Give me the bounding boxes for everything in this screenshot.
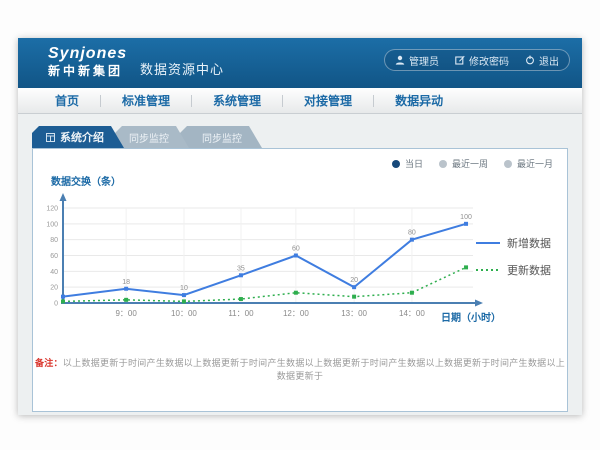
tab-label: 同步监控 [129,130,169,145]
x-tick-label: 11：00 [228,309,254,318]
data-point [410,238,414,242]
point-label: 10 [180,285,188,292]
x-tick-label: 10：00 [171,309,197,318]
x-tick-label: 9：00 [115,309,137,318]
tab-1[interactable]: 同步监控 [115,126,189,148]
legend-label: 新增数据 [507,235,551,251]
edit-icon [455,55,465,65]
data-point [464,222,468,226]
legend-item-1: 更新数据 [476,262,551,278]
legend-item-0: 新增数据 [476,235,551,251]
y-tick-label: 20 [50,285,58,292]
y-tick-label: 100 [46,221,58,228]
power-icon [525,55,535,65]
nav-item-1[interactable]: 标准管理 [101,95,192,107]
y-axis-arrow [60,193,67,201]
point-label: 35 [237,265,245,272]
user-icon [395,55,405,65]
footnote: 备注：以上数据更新于时间产生数据以上数据更新于时间产生数据以上数据更新于时间产生… [33,356,567,382]
user-menu-button[interactable]: 管理员 [395,53,439,68]
footnote-text: 以上数据更新于时间产生数据以上数据更新于时间产生数据以上数据更新于时间产生数据以… [63,358,565,381]
y-tick-label: 120 [46,206,58,213]
data-point [61,295,65,299]
data-point [239,273,243,277]
chart-legend: 新增数据更新数据 [476,235,551,278]
tab-2[interactable]: 同步监控 [180,126,262,148]
logout-button[interactable]: 退出 [525,53,559,68]
point-label: 20 [350,277,358,284]
nav-item-4[interactable]: 数据异动 [374,95,464,107]
data-point [124,298,128,302]
tab-label: 系统介绍 [60,129,104,145]
data-point [352,285,356,289]
point-label: 80 [408,230,416,237]
y-tick-label: 40 [50,269,58,276]
point-label: 60 [292,246,300,253]
point-label: 18 [122,279,130,286]
tab-0[interactable]: 系统介绍 [32,126,124,148]
y-tick-label: 0 [54,301,58,308]
nav-item-2[interactable]: 系统管理 [192,95,283,107]
data-point [294,291,298,295]
user-toolbar: 管理员 修改密码 退出 [384,49,570,71]
tab-label: 同步监控 [202,130,242,145]
brand-logo-wordmark: Synjones [48,45,127,63]
grid-icon [46,133,55,142]
brand-logo: Synjones 新中新集团 [48,45,127,78]
x-tick-label: 13：00 [341,309,367,318]
app-window: Synjones 新中新集团 数据资源中心 管理员 修改密码 退出 [18,38,582,415]
app-header: Synjones 新中新集团 数据资源中心 管理员 修改密码 退出 [18,38,582,88]
footnote-prefix: 备注： [35,358,63,368]
main-nav: 首页标准管理系统管理对接管理数据异动 [18,88,582,114]
data-point [352,295,356,299]
x-tick-label: 12：00 [283,309,309,318]
data-point [61,299,65,303]
brand-logo-chinese: 新中新集团 [48,65,127,78]
point-label: 100 [460,214,472,221]
y-tick-label: 60 [50,253,58,260]
nav-item-0[interactable]: 首页 [34,95,101,107]
change-password-button[interactable]: 修改密码 [455,53,509,68]
legend-swatch [476,267,500,273]
data-point [239,297,243,301]
legend-swatch [476,240,500,246]
data-point [294,254,298,258]
data-point [124,287,128,291]
legend-label: 更新数据 [507,262,551,278]
x-tick-label: 14：00 [399,309,425,318]
page-title: 数据资源中心 [140,59,224,78]
x-axis-arrow [475,300,483,307]
data-point [182,293,186,297]
tab-bar: 系统介绍 同步监控 同步监控 [32,126,253,148]
x-axis-label: 日期（小时） [441,309,501,324]
chart-panel: 当日最近一周最近一月 数据交换（条） 0204060801001209：0010… [32,148,568,412]
y-tick-label: 80 [50,237,58,244]
data-point [410,291,414,295]
nav-item-3[interactable]: 对接管理 [283,95,374,107]
data-point [464,265,468,269]
data-point [182,299,186,303]
